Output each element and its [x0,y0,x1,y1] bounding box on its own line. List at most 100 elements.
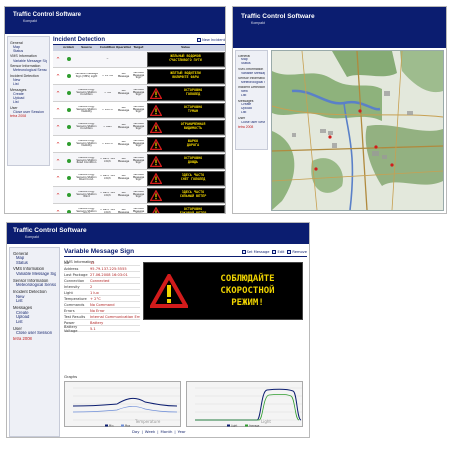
app-title: Traffic Control Software [241,13,315,20]
sidebar-nav-item[interactable]: Variable Message Sign (VMS) [13,272,56,277]
table-row[interactable]: ✕ Meteorology Sensors Station Visibility <… [53,102,225,119]
add-icon [197,38,202,42]
sidebar-nav-item[interactable]: Variable Message Sign (VMS) [10,59,47,63]
status-dot-icon [66,74,71,78]
vms-info-table: No 12 Address 95.79.137.225:5555 Last Packag… [64,260,140,333]
delete-icon[interactable]: ✕ [53,210,63,213]
warning-triangle-icon [148,103,163,116]
condition-cell: > Rain, 120 km/h [99,209,116,214]
status-dot-icon [66,125,71,129]
info-label: Battery Voltage [64,324,78,333]
info-value: 5.1 [90,326,96,331]
info-label: Light [64,290,73,295]
warning-triangle-icon [148,154,163,167]
tab-year[interactable]: Year [178,429,186,434]
delete-icon[interactable]: ✕ [53,91,63,96]
target-cell: Variable Message Sign [132,139,145,148]
column-header-value: Value [181,46,190,50]
sign-text: ОСТОРОЖНО ТУМАН [163,105,224,114]
app-subtitle: Kompakt [25,235,39,239]
delete-icon[interactable]: ✕ [53,108,63,113]
warning-triangle-icon [148,171,163,184]
vms-sign-thumbnail: ОСТОРОЖНО БОКОВОЙ ВЕТЕР [146,204,225,214]
sidebar-nav-item[interactable]: List [13,299,56,304]
status-dot-icon [66,193,71,197]
sidebar-nav-item[interactable]: Meteorological Sensors Station [13,283,56,288]
sidebar-nav-item[interactable]: Meteorological Sensors Station [10,68,47,72]
info-label: Intensity [64,284,80,289]
vms-sign-thumbnail: ОГРАНИЧЕННАЯ ВИДИМОСТЬ [146,119,225,135]
delete-icon[interactable]: ✕ [53,142,63,147]
sidebar-nav-item[interactable]: Status [238,62,265,66]
sidebar-nav-item[interactable]: List [238,111,265,115]
page-title: Incident Detection [53,37,106,43]
sidebar-nav-item[interactable]: List [13,320,56,325]
version-stamp: tetra 2008 [13,336,32,342]
set-message-button[interactable]: Set Message [241,249,270,254]
table-row[interactable]: ✕ Meteorology Sensors Station Condition = … [53,119,225,136]
edit-button[interactable]: Edit [272,249,284,254]
table-row[interactable]: ✕ Variable Message Sign (VMS) Light < 20 l… [53,68,225,85]
sign-line-2: БОКОВОЙ ВЕТЕР [179,211,207,214]
warning-triangle-icon [148,86,163,99]
sidebar-nav-item[interactable]: List [10,100,47,104]
target-cell: Variable Message Sign [132,105,145,114]
delete-icon[interactable]: ✕ [53,193,63,198]
tab-week[interactable]: Week [145,429,155,434]
city-map[interactable] [271,50,444,211]
target-cell: Variable Message Sign [132,122,145,131]
page-title: Variable Message Sign [64,248,135,255]
sidebar-nav-item[interactable]: Status [10,49,47,53]
delete-icon[interactable]: ✕ [53,57,63,62]
info-value: 95.79.137.225:5555 [90,266,127,271]
sign-line-3: РЕЖИМ! [231,298,264,309]
app-header: Traffic Control Software Kompakt [7,223,309,244]
target-cell: Variable Message Sign [132,156,145,165]
delete-icon[interactable]: ✕ [53,125,63,130]
warning-triangle-icon [148,137,163,150]
incident-table-body: ✕ = ЖЕЛЬНЫЙ ВОДОМОВ СЧАСТЛИВОГО ПУТИ ✕ Variab… [53,51,225,214]
sidebar-nav-item[interactable]: Status [13,261,56,266]
remove-button[interactable]: Remove [287,249,307,254]
legend-min: Min [109,424,114,428]
info-label: Temperature [64,296,87,301]
delete-icon[interactable]: ✕ [53,159,63,164]
table-row[interactable]: ✕ Meteorology Sensors Station Visibility <… [53,136,225,153]
sign-line-2: ВИДИМОСТЬ [183,126,203,130]
temperature-graph-title: Temperature [134,419,161,424]
table-row[interactable]: ✕ = ЖЕЛЬНЫЙ ВОДОМОВ СЧАСТЛИВОГО ПУТИ [53,51,225,68]
table-row[interactable]: ✕ Meteorology Sensors Station Wind > Rain,… [53,204,225,214]
new-incident-button[interactable]: New Incident [197,38,225,42]
set-message-label: Set Message [246,249,270,254]
map-canvas[interactable] [271,50,444,211]
tab-month[interactable]: Month [160,429,172,434]
delete-icon[interactable]: ✕ [53,176,63,181]
app-subtitle: Kompakt [251,21,265,25]
table-row[interactable]: ✕ Meteorology Sensors Station Condition = … [53,85,225,102]
delete-icon[interactable]: ✕ [53,74,63,79]
sidebar-nav-item[interactable]: List [238,94,265,98]
source-cell: Meteorology Sensors Station Wind [76,190,97,199]
vms-sign-thumbnail: ОСТОРОЖНО ТУМАН [146,102,225,118]
app-subtitle: Kompakt [23,19,37,23]
info-label: Connection [64,278,85,283]
status-dot-icon [66,176,71,180]
app-title: Traffic Control Software [13,12,82,18]
condition-cell: = Rain [103,125,112,128]
sidebar-nav-item[interactable]: Meteorological Sensors Station [238,81,265,85]
delete-icon [287,249,292,254]
warning-triangle-icon [150,205,162,213]
table-row[interactable]: ✕ Meteorology Sensors Station Road Condit… [53,153,225,170]
status-dot-icon [66,142,71,146]
sidebar-nav-item[interactable]: List [10,82,47,86]
table-row[interactable]: ✕ Meteorology Sensors Station Road Cond. >… [53,170,225,187]
operation-cell: Set Message [117,175,130,180]
remove-label: Remove [292,249,307,254]
status-dot-icon [66,210,71,213]
table-row[interactable]: ✕ Meteorology Sensors Station Wind > Rain,… [53,187,225,204]
tab-day[interactable]: Day [132,429,140,434]
sidebar-nav-item[interactable]: Close user Session [238,121,265,125]
sign-line-2: СКОРОСТНОЙ [220,285,275,296]
column-header-condition: Condition [99,46,116,50]
sidebar-nav-item[interactable]: Variable Message Sign (VMS) [238,72,265,76]
